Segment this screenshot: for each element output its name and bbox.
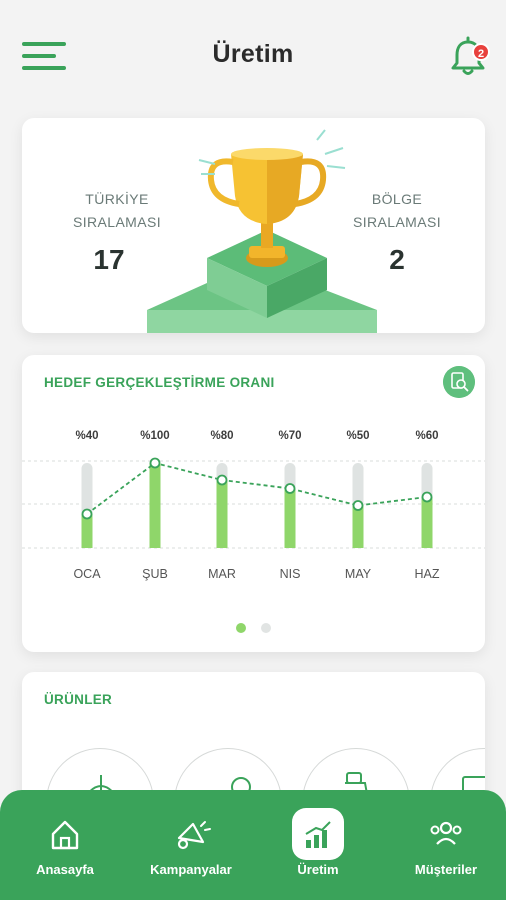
notification-badge: 2: [472, 43, 490, 61]
bar-NIS: [284, 488, 296, 548]
nav-item-campaigns[interactable]: Kampanyalar: [138, 790, 244, 900]
page-dot-2[interactable]: [260, 623, 271, 633]
value-label-HAZ: %60: [415, 430, 438, 442]
value-label-MAY: %50: [346, 430, 369, 442]
month-label-OCA: OCA: [73, 567, 101, 581]
month-label-ŞUB: ŞUB: [142, 567, 168, 581]
month-label-NIS: NIS: [280, 567, 301, 581]
megaphone-icon: [177, 821, 211, 850]
nav-item-production[interactable]: Üretim: [276, 790, 360, 900]
app-header: Üretim 2: [0, 0, 506, 110]
month-label-HAZ: HAZ: [415, 567, 440, 581]
bottom-navigation: Anasayfa Kampanyalar Üretim Müşteriler: [0, 790, 506, 900]
report-search-icon[interactable]: [443, 366, 475, 398]
users-icon: [430, 821, 462, 845]
goal-achievement-card: HEDEF GERÇEKLEŞTİRME ORANI %40 OCA %100 ŞUB…: [22, 355, 485, 652]
goal-card-title: HEDEF GERÇEKLEŞTİRME ORANI: [44, 375, 275, 390]
month-label-MAR: MAR: [208, 567, 236, 581]
nav-label-production: Üretim: [297, 862, 339, 877]
goal-line: [86, 462, 428, 515]
bar-MAR: [216, 480, 228, 548]
point-NIS: [284, 483, 296, 494]
growth-chart-icon: [305, 821, 331, 848]
value-label-MAR: %80: [210, 430, 233, 442]
value-label-ŞUB: %100: [140, 430, 169, 442]
nav-label-campaigns: Kampanyalar: [150, 862, 232, 877]
point-MAY: [352, 500, 364, 511]
trophy-podium-illustration: [147, 129, 377, 333]
bar-ŞUB: [149, 463, 161, 548]
products-title: ÜRÜNLER: [44, 692, 113, 707]
point-ŞUB: [149, 457, 161, 469]
nav-item-customers[interactable]: Müşteriler: [396, 790, 496, 900]
nav-label-home: Anasayfa: [36, 862, 94, 877]
goal-chart: %40 OCA %100 ŞUB %80 MAR %70 NIS %50 MAY %60 HAZ: [22, 430, 485, 581]
page-title: Üretim: [212, 40, 294, 68]
value-label-NIS: %70: [278, 430, 301, 442]
nav-label-customers: Müşteriler: [414, 862, 478, 877]
month-label-MAY: MAY: [345, 567, 372, 581]
value-label-OCA: %40: [75, 430, 98, 442]
home-icon: [51, 820, 79, 850]
bar-MAY: [352, 505, 364, 548]
ranking-card: TÜRKİYE SIRALAMASI 17 BÖLGE SIRALAMASI 2: [22, 118, 485, 333]
nav-item-home[interactable]: Anasayfa: [20, 790, 110, 900]
point-MAR: [216, 474, 228, 486]
page-dot-1[interactable]: [236, 623, 247, 633]
bar-HAZ: [421, 497, 433, 548]
point-HAZ: [421, 491, 433, 503]
point-OCA: [81, 508, 93, 520]
chart-pagination: [22, 620, 485, 638]
